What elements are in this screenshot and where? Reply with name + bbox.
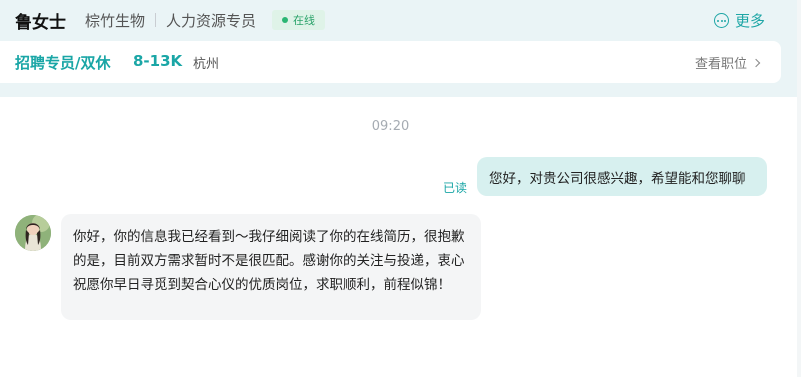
job-card[interactable]: 招聘专员/双休 8-13K 杭州 查看职位 <box>0 41 781 83</box>
header-divider <box>155 13 156 27</box>
contact-name: 鲁女士 <box>15 13 66 33</box>
more-label: 更多 <box>735 12 766 30</box>
job-salary: 8-13K <box>133 52 183 70</box>
more-icon <box>714 13 729 28</box>
view-job-link[interactable]: 查看职位 <box>695 53 761 72</box>
online-status-label: 在线 <box>293 14 315 27</box>
job-city: 杭州 <box>193 57 220 72</box>
company-name: 棕竹生物 <box>85 12 146 30</box>
more-button[interactable]: 更多 <box>714 10 765 31</box>
online-status-badge: 在线 <box>272 10 325 30</box>
contact-role: 人力资源专员 <box>166 12 257 30</box>
online-dot-icon <box>282 17 288 23</box>
job-title: 招聘专员/双休 <box>15 54 111 72</box>
avatar[interactable] <box>15 215 51 251</box>
read-receipt: 已读 <box>443 181 468 195</box>
incoming-message-bubble[interactable]: 你好，你的信息我已经看到～我仔细阅读了你的在线简历，很抱歉的是，目前双方需求暂时… <box>61 214 481 320</box>
contact-header: 鲁女士 棕竹生物 人力资源专员 在线 更多 <box>0 0 801 40</box>
outgoing-message-bubble[interactable]: 您好，对贵公司很感兴趣，希望能和您聊聊 <box>477 157 767 196</box>
avatar-image <box>15 215 51 251</box>
view-job-label: 查看职位 <box>695 57 748 72</box>
message-timestamp: 09:20 <box>371 119 410 134</box>
scrollbar[interactable] <box>797 0 801 377</box>
chevron-right-icon <box>751 58 761 67</box>
conversation-header-area: 鲁女士 棕竹生物 人力资源专员 在线 更多 招聘专员/双休 8-13K 杭州 查… <box>0 0 801 97</box>
